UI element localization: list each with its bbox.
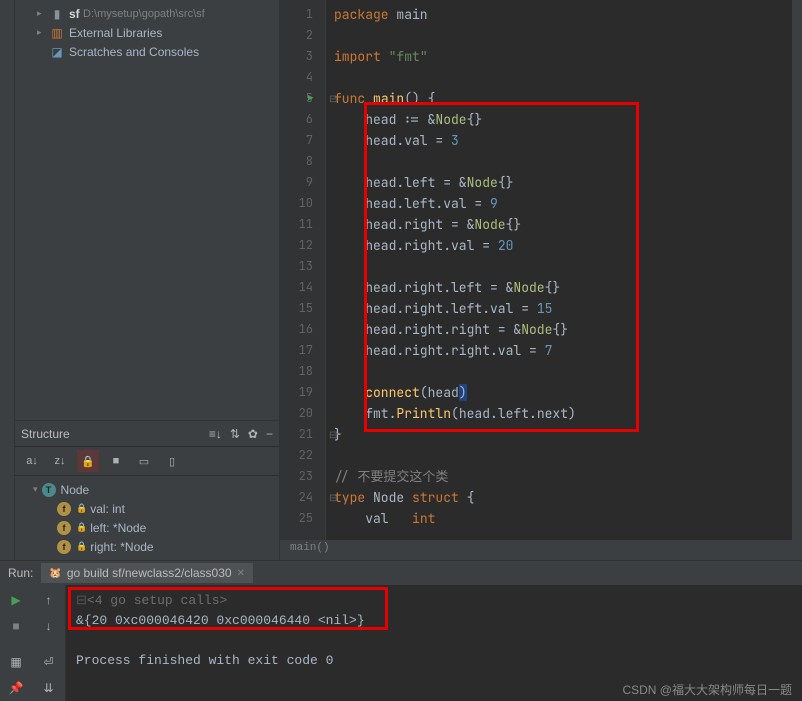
close-icon[interactable]: ✕ [237,568,245,579]
run-label: Run: [8,566,33,580]
structure-title: Structure [21,427,70,441]
run-tab[interactable]: 🐹 go build sf/newclass2/class030 ✕ [41,563,253,583]
run-toolbar-left: ▶ ■ ▦ 📌 [0,585,32,701]
public-icon[interactable]: ▯ [161,450,183,472]
field-badge-icon: f [57,502,71,516]
structure-toolbar: a↓ z↓ 🔒 ■ ▭ ▯ [15,446,279,476]
code-editor[interactable]: package main import "fmt" ⊟func main() {… [326,0,802,560]
external-libraries-label: External Libraries [69,26,162,40]
structure-field-item[interactable]: f 🔒 val: int [15,499,279,518]
fold-icon[interactable]: ⊟ [329,88,337,109]
type-badge-icon: T [42,483,56,497]
pin-icon[interactable]: 📌 [6,679,26,697]
fold-icon[interactable]: ⊟ [329,487,337,508]
protected-icon[interactable]: ■ [105,450,127,472]
library-icon: ▥ [49,26,65,40]
project-panel: ▸ ▮ sf D:\mysetup\gopath\src\sf ▸ ▥ Exte… [15,0,280,560]
private-icon[interactable]: 🔒 [77,450,99,472]
sort-icon[interactable]: ≡↓ [209,427,222,441]
output-line: <4 go setup calls> [87,593,227,608]
stop-button[interactable]: ■ [6,617,26,635]
structure-panel: Structure ≡↓ ⇅ ✿ − a↓ z↓ 🔒 ■ ▭ ▯ ▾ T [15,420,279,560]
chevron-right-icon[interactable]: ▸ [37,8,47,19]
structure-field-label: right: *Node [90,540,153,554]
fold-icon[interactable]: ⊟ [329,424,337,445]
breadcrumb[interactable]: main() [280,540,802,560]
project-root-item[interactable]: ▸ ▮ sf D:\mysetup\gopath\src\sf [15,4,279,23]
structure-field-item[interactable]: f 🔒 left: *Node [15,518,279,537]
project-root-path: D:\mysetup\gopath\src\sf [83,8,205,20]
structure-tree[interactable]: ▾ T Node f 🔒 val: int f 🔒 left: *Node f … [15,476,279,560]
lock-icon: 🔒 [76,522,87,533]
scratches-icon: ◪ [49,45,65,59]
layout-icon[interactable]: ▦ [6,653,26,671]
structure-field-label: val: int [90,502,125,516]
chevron-down-icon[interactable]: ▾ [33,484,38,495]
structure-header: Structure ≡↓ ⇅ ✿ − [15,421,279,446]
run-panel: Run: 🐹 go build sf/newclass2/class030 ✕ … [0,560,802,700]
structure-field-item[interactable]: f 🔒 right: *Node [15,537,279,556]
lock-icon: 🔒 [76,541,87,552]
gear-icon[interactable]: ✿ [248,427,258,441]
expand-icon[interactable]: ⇅ [230,427,240,441]
rerun-button[interactable]: ▶ [6,591,26,609]
chevron-right-icon[interactable]: ▸ [37,27,47,38]
left-gutter-strip [0,0,15,560]
editor-panel: 1 2 3 4 5 6 7 8 9 10 11 12 13 14 15 16 1… [280,0,802,560]
structure-node-label: Node [61,483,90,497]
run-header: Run: 🐹 go build sf/newclass2/class030 ✕ [0,561,802,585]
sort-za-icon[interactable]: z↓ [49,450,71,472]
package-icon[interactable]: ▭ [133,450,155,472]
folder-icon: ▮ [49,7,65,21]
sort-az-icon[interactable]: a↓ [21,450,43,472]
breadcrumb-item[interactable]: main() [290,542,330,554]
up-icon[interactable]: ↑ [39,591,59,609]
run-gutter-icon[interactable]: 5 [280,88,325,109]
down-icon[interactable]: ↓ [39,617,59,635]
project-root-name: sf [69,7,80,21]
structure-field-label: left: *Node [90,521,146,535]
wrap-icon[interactable]: ⏎ [39,653,59,671]
scratches-item[interactable]: ◪ Scratches and Consoles [15,42,279,61]
structure-node-item[interactable]: ▾ T Node [15,480,279,499]
scroll-icon[interactable]: ⇊ [39,679,59,697]
scratches-label: Scratches and Consoles [69,45,199,59]
run-toolbar-left2: ↑ ↓ ⏎ ⇊ [32,585,66,701]
lock-icon: 🔒 [76,503,87,514]
go-icon: 🐹 [49,568,61,579]
output-line: Process finished with exit code 0 [76,653,333,668]
external-libraries-item[interactable]: ▸ ▥ External Libraries [15,23,279,42]
run-tab-label: go build sf/newclass2/class030 [67,566,232,580]
editor-gutter[interactable]: 1 2 3 4 5 6 7 8 9 10 11 12 13 14 15 16 1… [280,0,326,560]
minimize-icon[interactable]: − [266,427,273,441]
field-badge-icon: f [57,521,71,535]
project-tree[interactable]: ▸ ▮ sf D:\mysetup\gopath\src\sf ▸ ▥ Exte… [15,0,279,81]
watermark: CSDN @福大大架构师每日一题 [622,681,792,698]
editor-scrollbar[interactable] [792,0,802,540]
field-badge-icon: f [57,540,71,554]
text-cursor: ) [459,384,467,401]
output-line: &{20 0xc000046420 0xc000046440 <nil>} [76,613,365,628]
